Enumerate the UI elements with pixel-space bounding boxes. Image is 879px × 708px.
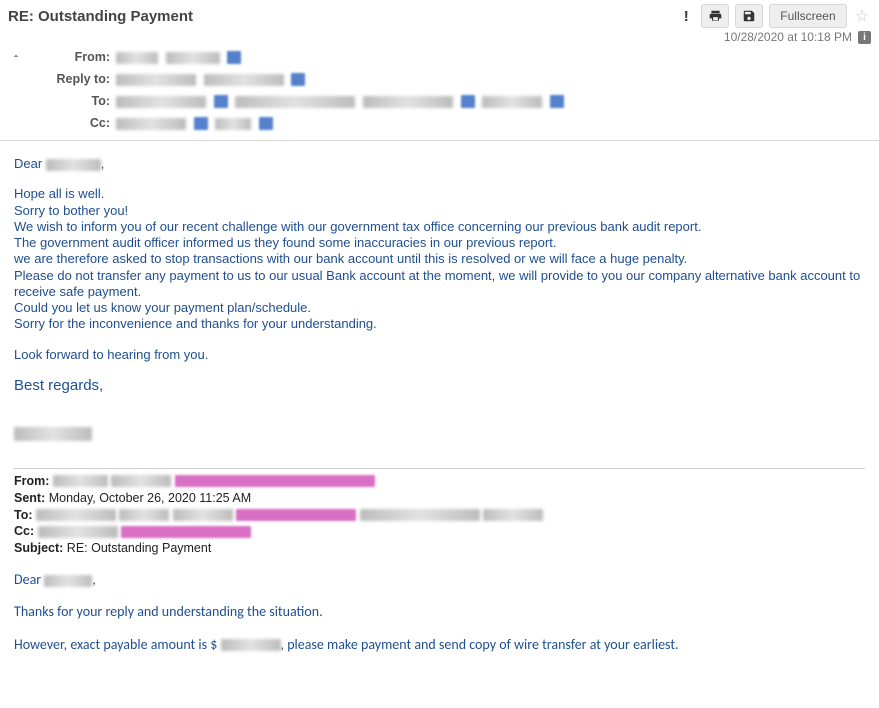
- header-to-row: To:: [8, 90, 871, 112]
- redacted: [175, 475, 375, 487]
- quoted-sent-value: Monday, October 26, 2020 11:25 AM: [45, 491, 251, 505]
- quoted-subject-value: RE: Outstanding Payment: [63, 541, 211, 555]
- quoted-line-2b: , please make payment and send copy of w…: [281, 636, 679, 653]
- email-body[interactable]: Dear , Hope all is well. Sorry to bother…: [0, 138, 879, 708]
- redacted-signature: [14, 426, 865, 442]
- body-line-5: we are therefore asked to stop transacti…: [14, 251, 865, 267]
- body-line-1: Hope all is well.: [14, 186, 865, 202]
- body-line-3: We wish to inform you of our recent chal…: [14, 219, 865, 235]
- redacted: [53, 475, 108, 487]
- quoted-line-2: However, exact payable amount is $ , ple…: [14, 636, 865, 654]
- fullscreen-button[interactable]: Fullscreen: [769, 4, 846, 28]
- save-icon: [742, 9, 756, 23]
- quoted-from-label: From:: [14, 474, 49, 488]
- quoted-greeting-suffix: ,: [92, 571, 96, 588]
- timestamp-row: 10/28/2020 at 10:18 PM i: [0, 30, 879, 46]
- redacted: [36, 509, 116, 521]
- signoff: Best regards,: [14, 377, 865, 396]
- redacted-name: [46, 159, 101, 171]
- email-top-row: RE: Outstanding Payment ! Fullscreen ☆: [0, 0, 879, 30]
- redacted: [173, 509, 233, 521]
- replyto-label: Reply to:: [8, 72, 116, 86]
- from-value: [116, 49, 871, 65]
- quoted-line-2a: However, exact payable amount is $: [14, 636, 221, 653]
- body-line-4: The government audit officer informed us…: [14, 235, 865, 251]
- quoted-line-1: Thanks for your reply and understanding …: [14, 603, 865, 621]
- save-button[interactable]: [735, 4, 763, 28]
- email-timestamp: 10/28/2020 at 10:18 PM: [724, 30, 852, 44]
- collapse-chevron-icon[interactable]: [10, 50, 22, 62]
- from-label: From:: [8, 50, 116, 64]
- redacted: [236, 509, 356, 521]
- quoted-from: From:: [14, 473, 865, 490]
- info-icon[interactable]: i: [858, 31, 871, 44]
- header-from-row: From:: [8, 46, 871, 68]
- header-replyto-row: Reply to:: [8, 68, 871, 90]
- quoted-cc-label: Cc:: [14, 524, 34, 538]
- quoted-to-label: To:: [14, 508, 33, 522]
- greeting-line: Dear ,: [14, 156, 865, 172]
- header-cc-row: Cc:: [8, 112, 871, 134]
- print-button[interactable]: [701, 4, 729, 28]
- quoted-headers: From: Sent: Monday, October 26, 2020 11:…: [14, 473, 865, 557]
- star-icon[interactable]: ☆: [853, 6, 871, 26]
- quoted-body: Dear , Thanks for your reply and underst…: [14, 571, 865, 694]
- to-value: [116, 93, 871, 109]
- greeting-prefix: Dear: [14, 156, 46, 171]
- email-headers: From: Reply to: To: Cc:: [0, 46, 879, 140]
- redacted: [111, 475, 171, 487]
- quoted-sent: Sent: Monday, October 26, 2020 11:25 AM: [14, 490, 865, 507]
- importance-icon: !: [677, 7, 695, 25]
- body-line-7: Could you let us know your payment plan/…: [14, 300, 865, 316]
- cc-value: [116, 115, 871, 131]
- quoted-greeting: Dear ,: [14, 571, 865, 589]
- body-line-6: Please do not transfer any payment to us…: [14, 268, 865, 301]
- to-label: To:: [8, 94, 116, 108]
- redacted: [483, 509, 543, 521]
- quoted-sent-label: Sent:: [14, 491, 45, 505]
- quoted-divider: [14, 468, 865, 469]
- redacted: [121, 526, 251, 538]
- quoted-cc: Cc:: [14, 523, 865, 540]
- redacted: [44, 575, 92, 587]
- print-icon: [708, 9, 723, 23]
- redacted-amount: [221, 639, 281, 651]
- quoted-subject: Subject: RE: Outstanding Payment: [14, 540, 865, 557]
- quoted-to: To:: [14, 507, 865, 524]
- email-subject: RE: Outstanding Payment: [8, 8, 677, 25]
- quoted-greeting-prefix: Dear: [14, 571, 44, 588]
- greeting-suffix: ,: [101, 156, 105, 171]
- redacted: [119, 509, 169, 521]
- body-line-8: Sorry for the inconvenience and thanks f…: [14, 316, 865, 332]
- body-line-9: Look forward to hearing from you.: [14, 347, 865, 363]
- cc-label: Cc:: [8, 116, 116, 130]
- replyto-value: [116, 71, 871, 87]
- redacted: [360, 509, 480, 521]
- quoted-subject-label: Subject:: [14, 541, 63, 555]
- email-actions: ! Fullscreen ☆: [677, 4, 871, 28]
- redacted: [38, 526, 118, 538]
- body-line-2: Sorry to bother you!: [14, 203, 865, 219]
